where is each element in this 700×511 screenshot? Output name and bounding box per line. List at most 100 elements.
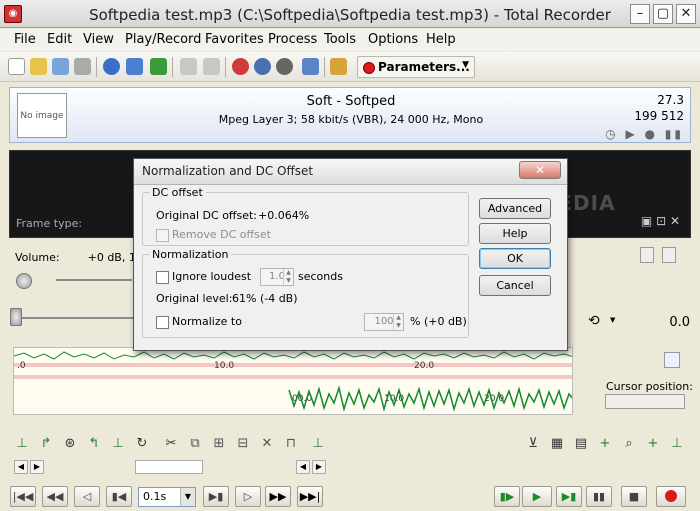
menu-help[interactable]: Help: [426, 32, 456, 47]
ok-button[interactable]: OK: [479, 248, 551, 269]
volume-settings-icon[interactable]: [640, 247, 654, 263]
step-back-button[interactable]: ▮◀: [106, 486, 132, 507]
go-start-button[interactable]: |◀◀: [10, 486, 36, 507]
scroll-right-button[interactable]: ▶: [30, 460, 44, 474]
parameters-dropdown[interactable]: Parameters... ▼: [357, 56, 475, 78]
add-marker-icon[interactable]: +: [597, 436, 613, 452]
open-url-icon[interactable]: [52, 58, 69, 75]
normalize-unit-label: % (+0 dB): [410, 315, 467, 328]
move-right-icon[interactable]: ↱: [38, 436, 54, 452]
new-file-icon[interactable]: [8, 58, 25, 75]
help-button[interactable]: Help: [479, 223, 551, 244]
record-source-icon[interactable]: [232, 58, 249, 75]
play-to-end-button[interactable]: ▶▮: [556, 486, 582, 507]
position-slider-thumb[interactable]: [10, 308, 22, 326]
chart-icon[interactable]: ▦: [549, 436, 565, 452]
copy-icon[interactable]: ⧉: [187, 436, 203, 452]
display-icons[interactable]: ▣ ⊡ ✕: [641, 214, 680, 228]
advanced-button[interactable]: Advanced >>: [479, 198, 551, 234]
paste-mix-icon[interactable]: ⊟: [235, 436, 251, 452]
parameters-label: Parameters...: [378, 60, 470, 74]
move-left-icon[interactable]: ↰: [86, 436, 102, 452]
dc-offset-legend: DC offset: [152, 186, 203, 199]
marker-list-icon[interactable]: ⊥: [669, 436, 685, 452]
rewind-button[interactable]: ◀◀: [42, 486, 68, 507]
waveform-trace-top: [14, 351, 572, 360]
open-folder-icon[interactable]: [30, 58, 47, 75]
normalize-to-checkbox[interactable]: [156, 316, 169, 329]
position-slider-track[interactable]: [15, 317, 135, 319]
convert-icon[interactable]: [150, 58, 167, 75]
ignore-loudest-checkbox[interactable]: [156, 271, 169, 284]
menu-bar: File Edit View Play/Record Favorites Pro…: [0, 29, 700, 51]
menu-process[interactable]: Process: [268, 32, 317, 47]
menu-view[interactable]: View: [83, 32, 114, 47]
play-button[interactable]: ▶: [522, 486, 552, 507]
cursor-position-field[interactable]: [605, 394, 685, 409]
stats-icon[interactable]: ▤: [573, 436, 589, 452]
step-size-select[interactable]: 0.1s ▼: [138, 487, 196, 507]
cancel-button[interactable]: Cancel: [479, 275, 551, 296]
original-level-value: 61% (-4 dB): [232, 292, 298, 305]
close-button[interactable]: ✕: [676, 4, 696, 24]
paste-icon[interactable]: ⊞: [211, 436, 227, 452]
volume-mixer-icon[interactable]: [662, 247, 676, 263]
menu-tools[interactable]: Tools: [324, 32, 356, 47]
find-icon[interactable]: ⌕: [621, 436, 637, 452]
delete-icon[interactable]: ✕: [259, 436, 275, 452]
play-selection-button[interactable]: ▮▶: [494, 486, 520, 507]
menu-play-record[interactable]: Play/Record: [125, 32, 201, 47]
go-end-button[interactable]: ▶▶|: [297, 486, 323, 507]
redo-icon[interactable]: [203, 58, 220, 75]
normalize-percent-spinner[interactable]: 100 ▲ ▼: [364, 313, 404, 331]
edit-scrollbar[interactable]: [135, 460, 203, 474]
list-icon[interactable]: [126, 58, 143, 75]
menu-edit[interactable]: Edit: [47, 32, 72, 47]
info-icon[interactable]: [103, 58, 120, 75]
stop-button[interactable]: ■: [621, 486, 647, 507]
set-end-icon[interactable]: ⊥: [110, 436, 126, 452]
menu-file[interactable]: File: [14, 32, 36, 47]
menu-favorites[interactable]: Favorites: [205, 32, 264, 47]
scroll-right-button-2[interactable]: ▶: [312, 460, 326, 474]
settings-icon[interactable]: [302, 58, 319, 75]
scroll-left-button-2[interactable]: ◀: [296, 460, 310, 474]
menu-options[interactable]: Options: [368, 32, 418, 47]
step-forward-button[interactable]: ▶▮: [203, 486, 229, 507]
trim-icon[interactable]: ⊓: [283, 436, 299, 452]
mark-icon[interactable]: ⊥: [310, 436, 326, 452]
wrench-icon[interactable]: [330, 58, 347, 75]
scroll-left-button[interactable]: ◀: [14, 460, 28, 474]
minimize-button[interactable]: –: [630, 4, 650, 24]
mini-transport-icons[interactable]: ◷ ▶ ● ▮▮: [605, 127, 684, 141]
volume-knob[interactable]: [16, 273, 32, 289]
split-icon[interactable]: ⊻: [525, 436, 541, 452]
fast-forward-button[interactable]: ▶▶: [265, 486, 291, 507]
pause-button[interactable]: ▮▮: [586, 486, 612, 507]
maximize-button[interactable]: ▢: [653, 4, 673, 24]
waveform-view[interactable]: .0 10.0 20.0 00.0 10.0 20.0: [13, 347, 573, 415]
ignore-seconds-spinner[interactable]: 1.0 ▲ ▼: [260, 268, 294, 286]
toolbar: Parameters... ▼: [0, 52, 700, 82]
spinner-arrows-icon[interactable]: ▲ ▼: [283, 269, 293, 285]
add-marker-2-icon[interactable]: +: [645, 436, 661, 452]
spinner-arrows-icon[interactable]: ▲ ▼: [393, 314, 403, 330]
set-start-icon[interactable]: ⊥: [14, 436, 30, 452]
stop-recording-icon[interactable]: [276, 58, 293, 75]
chevron-down-icon[interactable]: ▼: [610, 316, 615, 324]
save-icon[interactable]: [74, 58, 91, 75]
cut-icon[interactable]: ✂: [163, 436, 179, 452]
dialog-close-button[interactable]: ✕: [519, 161, 561, 179]
remove-dc-offset-checkbox[interactable]: [156, 229, 169, 242]
scheduler-icon[interactable]: [254, 58, 271, 75]
mark-forward-button[interactable]: ▷: [235, 486, 261, 507]
remove-dc-offset-label: Remove DC offset: [172, 228, 271, 241]
volume-slider-track[interactable]: [56, 279, 132, 281]
speaker-button[interactable]: ◁: [74, 486, 100, 507]
loop-icon[interactable]: ↻: [134, 436, 150, 452]
reset-icon[interactable]: ⟲: [588, 313, 600, 329]
waveform-settings-icon[interactable]: [664, 352, 680, 368]
bookmark-icon[interactable]: ⊛: [62, 436, 78, 452]
undo-icon[interactable]: [180, 58, 197, 75]
record-button[interactable]: [656, 486, 686, 507]
